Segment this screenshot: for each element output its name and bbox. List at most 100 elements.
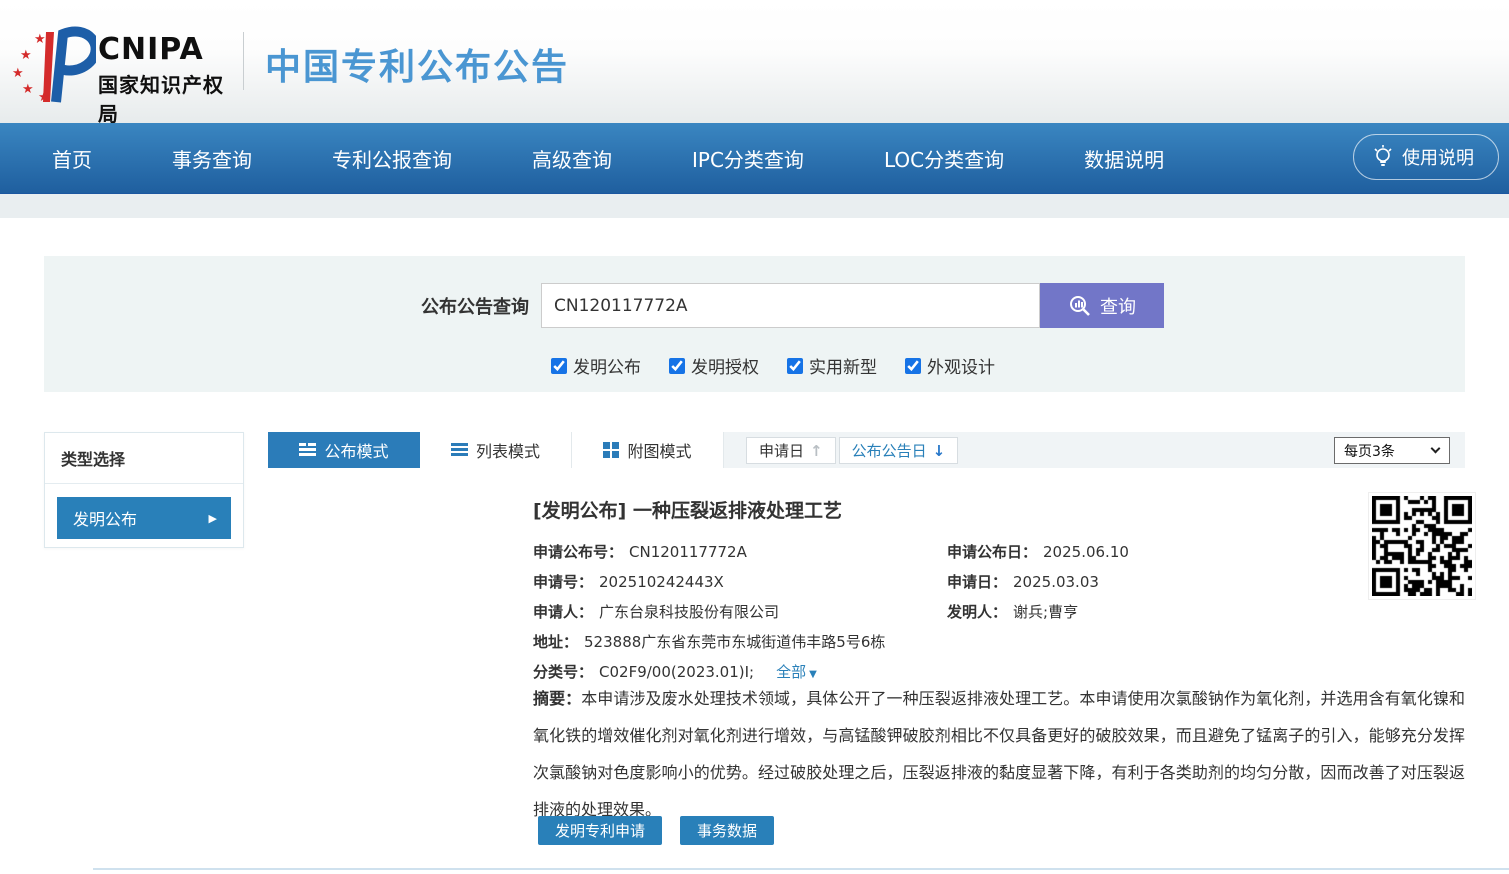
filter-label: 实用新型 [809, 353, 877, 378]
transaction-data-button[interactable]: 事务数据 [680, 816, 774, 845]
result-separator [93, 868, 1509, 870]
field-value: C02F9/00(2023.01)I; [599, 663, 754, 681]
site-title: 中国专利公布公告 [265, 38, 569, 90]
qr-code-image [1372, 496, 1472, 596]
tab-publication-mode[interactable]: 公布模式 [268, 432, 420, 468]
filter-invention-publication[interactable]: 发明公布 [551, 353, 641, 378]
patent-fields: 申请公布号： CN120117772A 申请公布日： 2025.06.10 申请… [533, 536, 1465, 686]
field-label: 申请日： [947, 571, 1007, 592]
field-value: 2025.06.10 [1043, 543, 1129, 561]
usage-help-button[interactable]: 使用说明 [1353, 134, 1499, 180]
star-icon: ★ [38, 90, 50, 105]
nav-item-home[interactable]: 首页 [52, 144, 92, 173]
nav-item-ipc-query[interactable]: IPC分类查询 [692, 144, 804, 173]
tab-list-mode[interactable]: 列表模式 [420, 432, 572, 468]
tab-label: 附图模式 [627, 438, 691, 462]
qr-code-box [1368, 492, 1476, 600]
patent-type-filters: 发明公布 发明授权 实用新型 外观设计 [551, 353, 995, 378]
invention-application-button[interactable]: 发明专利申请 [538, 816, 662, 845]
design-checkbox[interactable] [905, 358, 921, 374]
sort-label: 申请日 [759, 440, 804, 461]
cnipa-logo[interactable]: ★ ★ ★ ★ ★ CNIPA 国家知识产权局 [10, 22, 240, 106]
field-value: 523888广东省东莞市东城街道伟丰路5号6栋 [584, 631, 885, 652]
nav-item-advanced-query[interactable]: 高级查询 [532, 144, 612, 173]
sort-by-filing-date-button[interactable]: 申请日 ↑ [746, 437, 836, 464]
patent-title: [发明公布] 一种压裂返排液处理工艺 [533, 496, 842, 523]
patent-announcement-page: ★ ★ ★ ★ ★ CNIPA 国家知识产权局 中国专利公布公告 首页 事务查询… [0, 0, 1509, 874]
result-actions: 发明专利申请 事务数据 [538, 816, 774, 845]
field-label: 申请公布号： [533, 541, 623, 562]
tab-figure-mode[interactable]: 附图模式 [572, 432, 724, 468]
filter-utility-model[interactable]: 实用新型 [787, 353, 877, 378]
type-selection-sidebar: 类型选择 发明公布 ▶ [44, 432, 244, 548]
arrow-up-icon: ↑ [810, 442, 823, 460]
chevron-right-icon: ▶ [209, 512, 217, 525]
star-icon: ★ [34, 32, 46, 47]
sidebar-item-label: 发明公布 [73, 506, 137, 530]
sidebar-item-invention-publication[interactable]: 发明公布 ▶ [57, 497, 231, 539]
star-icon: ★ [12, 66, 24, 81]
field-label: 申请号： [533, 571, 593, 592]
search-label: 公布公告查询 [44, 293, 541, 319]
lightbulb-icon [1372, 144, 1394, 170]
filter-label: 发明授权 [691, 353, 759, 378]
field-inventor: 发明人： 谢兵;曹亨 [947, 601, 1078, 622]
logo-org-name: 国家知识产权局 [98, 69, 240, 127]
invention-publication-checkbox[interactable] [551, 358, 567, 374]
field-application-date: 申请日： 2025.03.03 [947, 571, 1099, 592]
field-label: 申请公布日： [947, 541, 1037, 562]
field-address: 地址： 523888广东省东莞市东城街道伟丰路5号6栋 [533, 631, 885, 652]
field-value: CN120117772A [629, 543, 747, 561]
search-button[interactable]: 查询 [1040, 283, 1164, 328]
star-icon: ★ [22, 82, 34, 97]
logo-acronym: CNIPA [98, 32, 240, 67]
field-label: 发明人： [947, 601, 1007, 622]
filter-design[interactable]: 外观设计 [905, 353, 995, 378]
utility-model-checkbox[interactable] [787, 358, 803, 374]
announcement-search-panel: 公布公告查询 查询 发明公布 发明授权 [44, 256, 1465, 392]
abstract-label: 摘要： [533, 689, 581, 708]
nav-item-data-description[interactable]: 数据说明 [1084, 144, 1164, 173]
magnifier-chart-icon [1068, 294, 1092, 318]
filter-invention-grant[interactable]: 发明授权 [669, 353, 759, 378]
logo-text-block: CNIPA 国家知识产权局 [98, 32, 240, 127]
invention-grant-checkbox[interactable] [669, 358, 685, 374]
field-classification: 分类号： C02F9/00(2023.01)I; 全部 ▼ [533, 661, 817, 682]
sidebar-title: 类型选择 [45, 433, 243, 484]
page-header: ★ ★ ★ ★ ★ CNIPA 国家知识产权局 中国专利公布公告 [0, 0, 1509, 123]
field-application-number: 申请号： 202510242443X [533, 571, 947, 592]
field-value: 2025.03.03 [1013, 573, 1099, 591]
sort-label: 公布公告日 [852, 440, 927, 461]
nav-item-loc-query[interactable]: LOC分类查询 [884, 144, 1004, 173]
list-mode-icon [451, 443, 468, 458]
field-label: 申请人： [533, 601, 593, 622]
sort-controls: 申请日 ↑ 公布公告日 ↓ [746, 437, 958, 464]
page-size-select[interactable]: 每页3条 [1334, 437, 1450, 464]
nav-item-gazette-query[interactable]: 专利公报查询 [332, 144, 452, 173]
filter-label: 外观设计 [927, 353, 995, 378]
nav-item-transaction-query[interactable]: 事务查询 [172, 144, 252, 173]
search-button-label: 查询 [1100, 293, 1136, 319]
field-label: 分类号： [533, 661, 593, 682]
publication-mode-icon [299, 443, 316, 458]
arrow-down-icon: ↓ [933, 442, 946, 460]
field-value: 广东台泉科技股份有限公司 [599, 601, 779, 622]
figure-mode-icon [603, 442, 619, 458]
field-value: 谢兵;曹亨 [1013, 601, 1078, 622]
sort-by-publication-date-button[interactable]: 公布公告日 ↓ [839, 437, 959, 464]
patent-abstract: 摘要：本申请涉及废水处理技术领域，具体公开了一种压裂返排液处理工艺。本申请使用次… [533, 680, 1465, 828]
field-value: 202510242443X [599, 573, 724, 591]
classification-all-link[interactable]: 全部 [776, 661, 806, 682]
main-nav: 首页 事务查询 专利公报查询 高级查询 IPC分类查询 LOC分类查询 数据说明… [0, 123, 1509, 194]
filter-label: 发明公布 [573, 353, 641, 378]
header-divider [243, 32, 244, 90]
search-row: 公布公告查询 查询 [44, 283, 1465, 328]
field-publication-date: 申请公布日： 2025.06.10 [947, 541, 1129, 562]
page-size-value: 每页3条 [1344, 441, 1395, 461]
announcement-search-input[interactable] [541, 283, 1040, 328]
abstract-text: 本申请涉及废水处理技术领域，具体公开了一种压裂返排液处理工艺。本申请使用次氯酸钠… [533, 689, 1465, 819]
usage-help-label: 使用说明 [1402, 144, 1474, 170]
header-separator-band [0, 194, 1509, 218]
field-publication-number: 申请公布号： CN120117772A [533, 541, 947, 562]
field-applicant: 申请人： 广东台泉科技股份有限公司 [533, 601, 947, 622]
